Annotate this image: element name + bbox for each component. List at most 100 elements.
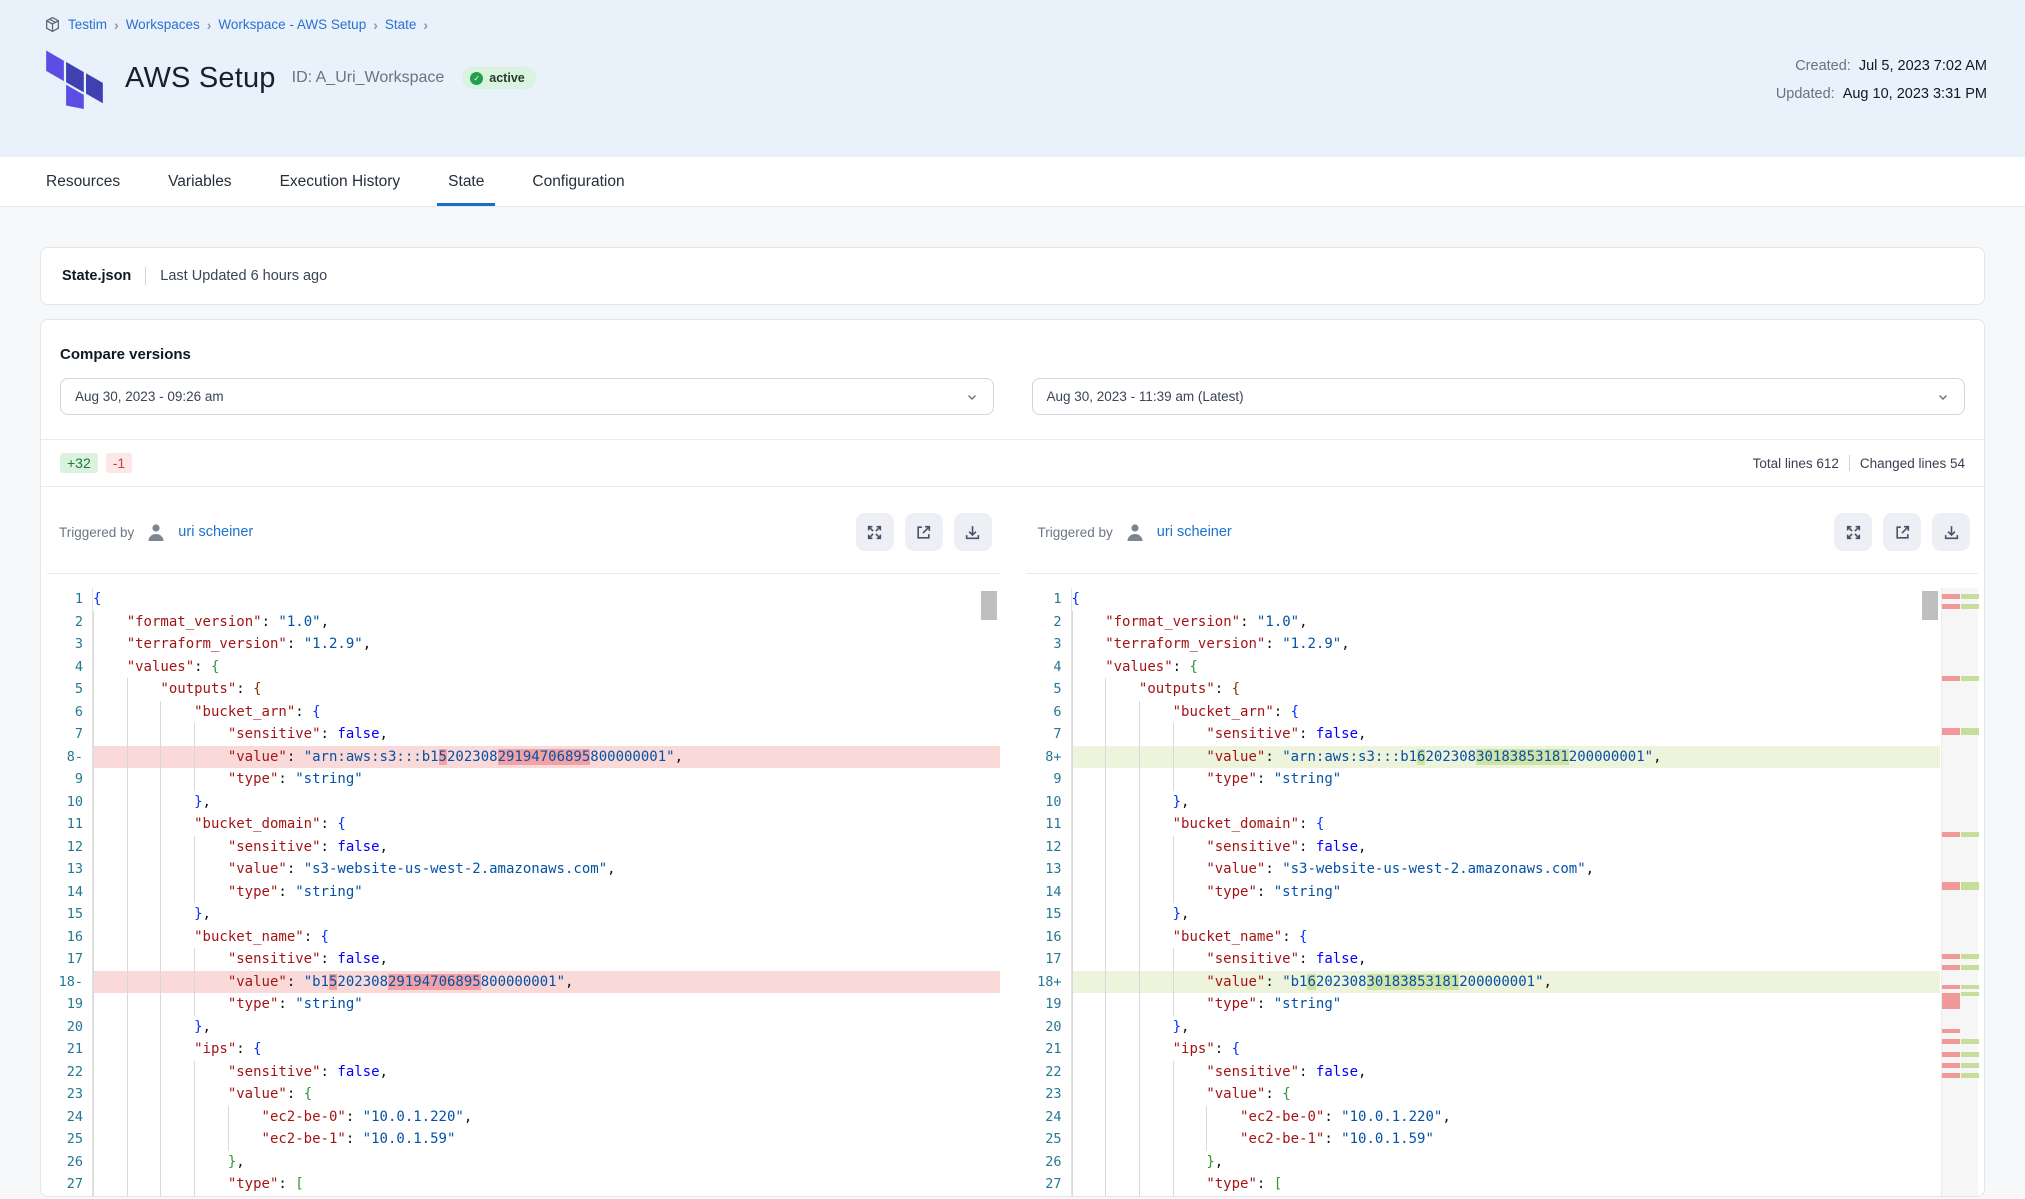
indent-guide: [194, 746, 228, 769]
scrollbar-thumb[interactable]: [1922, 591, 1938, 620]
line-number: 22: [47, 1061, 93, 1084]
code-panel-left[interactable]: 1{2"format_version": "1.0",3"terraform_v…: [47, 574, 1000, 1196]
separator: [145, 267, 146, 285]
code-line: 16"bucket_name": {: [1026, 926, 1941, 949]
code-line-content: "ec2-be-0": "10.0.1.220",: [93, 1106, 1000, 1129]
code-line-content: {: [93, 588, 1000, 611]
line-number: 20: [1026, 1016, 1072, 1039]
code-line: 3"terraform_version": "1.2.9",: [47, 633, 1000, 656]
diff-mark: [1942, 985, 1978, 989]
indent-guide: [1139, 746, 1173, 769]
download-icon[interactable]: [1932, 513, 1970, 551]
code-line-content: },: [93, 1016, 1000, 1039]
tab-configuration[interactable]: Configuration: [508, 157, 648, 206]
chevron-right-icon: [423, 17, 428, 33]
breadcrumb-link-workspace-aws-setup[interactable]: Workspace - AWS Setup: [218, 17, 366, 32]
tab-resources[interactable]: Resources: [46, 157, 144, 206]
line-number: 6: [47, 701, 93, 724]
code-line-content: "type": [: [93, 1173, 1000, 1196]
code-line-content: "value": "s3-website-us-west-2.amazonaws…: [1072, 858, 1941, 881]
code-line-content: "values": {: [1072, 656, 1941, 679]
indent-guide: [1173, 1173, 1207, 1196]
code-line-content: "bucket_domain": {: [1072, 813, 1941, 836]
code-line-content: },: [1072, 791, 1941, 814]
code-line: 19"type": "string": [1026, 993, 1941, 1016]
indent-guide: [1105, 858, 1139, 881]
code-line-content: },: [1072, 1016, 1941, 1039]
external-link-icon[interactable]: [1883, 513, 1921, 551]
indent-guide: [1072, 723, 1106, 746]
scrollbar-thumb[interactable]: [981, 591, 997, 620]
breadcrumb-link-state[interactable]: State: [385, 17, 417, 32]
indent-guide: [1072, 768, 1106, 791]
code-line: 6"bucket_arn": {: [1026, 701, 1941, 724]
code-line-content: "sensitive": false,: [93, 948, 1000, 971]
breadcrumb-link-workspaces[interactable]: Workspaces: [126, 17, 200, 32]
indent-guide: [1105, 1106, 1139, 1129]
indent-guide: [127, 926, 161, 949]
download-icon[interactable]: [954, 513, 992, 551]
triggered-by-user-link[interactable]: uri scheiner: [178, 524, 253, 540]
code-line-content: "values": {: [93, 656, 1000, 679]
indent-guide: [1072, 1061, 1106, 1084]
indent-guide: [1139, 701, 1173, 724]
line-number: 11: [1026, 813, 1072, 836]
indent-guide: [127, 1106, 161, 1129]
expand-icon[interactable]: [856, 513, 894, 551]
indent-guide: [1072, 858, 1106, 881]
indent-guide: [194, 993, 228, 1016]
indent-guide: [194, 858, 228, 881]
triggered-by-user-link[interactable]: uri scheiner: [1157, 524, 1232, 540]
indent-guide: [1105, 1173, 1139, 1196]
indent-guide: [160, 1173, 194, 1196]
indent-guide: [160, 1106, 194, 1129]
tab-execution-history[interactable]: Execution History: [256, 157, 425, 206]
code-line-content: "type": "string": [93, 993, 1000, 1016]
diff-overview-ruler[interactable]: [1941, 588, 1978, 1196]
indent-guide: [127, 971, 161, 994]
package-icon: [44, 16, 61, 33]
check-circle-icon: [470, 72, 483, 85]
file-last-updated: Last Updated 6 hours ago: [160, 268, 327, 284]
diff-mark: [1942, 594, 1978, 599]
code-line-content: },: [93, 1151, 1000, 1174]
indent-guide: [127, 723, 161, 746]
status-badge-label: active: [489, 71, 524, 85]
version-select-right-value: Aug 30, 2023 - 11:39 am (Latest): [1047, 389, 1244, 404]
breadcrumb-link-testim[interactable]: Testim: [68, 17, 107, 32]
indent-guide: [228, 1128, 262, 1151]
external-link-icon[interactable]: [905, 513, 943, 551]
page-title: AWS Setup: [125, 62, 276, 95]
indent-guide: [160, 1151, 194, 1174]
line-number: 10: [1026, 791, 1072, 814]
triggered-by-row-right: Triggered by uri scheiner: [1026, 487, 1979, 574]
code-line-content: "terraform_version": "1.2.9",: [1072, 633, 1941, 656]
indent-guide: [1072, 1038, 1106, 1061]
code-line: 3"terraform_version": "1.2.9",: [1026, 633, 1941, 656]
expand-icon[interactable]: [1834, 513, 1872, 551]
line-number: 23: [1026, 1083, 1072, 1106]
line-number: 22: [1026, 1061, 1072, 1084]
tab-variables[interactable]: Variables: [144, 157, 255, 206]
indent-guide: [194, 881, 228, 904]
version-select-right[interactable]: Aug 30, 2023 - 11:39 am (Latest): [1032, 378, 1966, 415]
code-line: 5"outputs": {: [47, 678, 1000, 701]
workspace-id: ID: A_Uri_Workspace: [292, 69, 445, 87]
code-line-content: "value": {: [93, 1083, 1000, 1106]
version-select-left[interactable]: Aug 30, 2023 - 09:26 am: [60, 378, 994, 415]
code-line: 24"ec2-be-0": "10.0.1.220",: [1026, 1106, 1941, 1129]
code-line-content: "format_version": "1.0",: [1072, 611, 1941, 634]
code-panel-right[interactable]: 1{2"format_version": "1.0",3"terraform_v…: [1026, 574, 1979, 1196]
indent-guide: [1105, 813, 1139, 836]
tab-state[interactable]: State: [424, 157, 508, 206]
total-lines: Total lines 612: [1753, 456, 1839, 471]
line-number: 14: [47, 881, 93, 904]
indent-guide: [127, 813, 161, 836]
code-line: 1{: [1026, 588, 1941, 611]
line-number: 2: [1026, 611, 1072, 634]
indent-guide: [1105, 836, 1139, 859]
indent-guide: [1139, 1151, 1173, 1174]
diff-stats-row: +32 -1 Total lines 612 Changed lines 54: [41, 440, 1984, 486]
indent-guide: [1139, 903, 1173, 926]
indent-guide: [1105, 1016, 1139, 1039]
